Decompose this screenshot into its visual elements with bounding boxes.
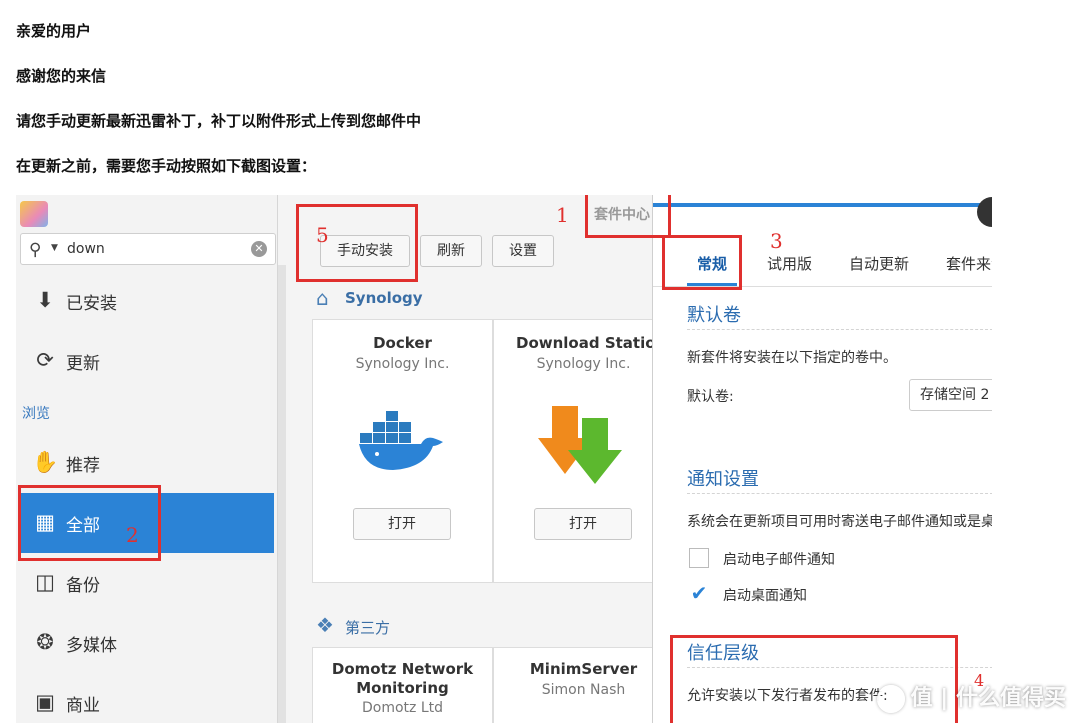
notification-heading: 通知设置 bbox=[687, 469, 759, 490]
package-center-screenshot: ⚲ ▼ down ✕ ⬇ 已安装 ⟳ 更新 浏览 ✋ 推荐 ▦ 全部 ◫ 备份 … bbox=[16, 195, 992, 723]
refresh-icon: ⟳ bbox=[36, 348, 54, 372]
sidebar-item-label: 已安装 bbox=[66, 294, 117, 314]
instruction-text: 请您手动更新最新迅雷补丁，补丁以附件形式上传到您邮件中 bbox=[16, 112, 422, 130]
sidebar-item-installed[interactable]: ⬇ 已安装 bbox=[16, 271, 274, 331]
sidebar-item-recommended[interactable]: ✋ 推荐 bbox=[16, 433, 274, 493]
annotation-number-2: 2 bbox=[126, 523, 139, 547]
annotation-box-3 bbox=[662, 235, 742, 290]
divider bbox=[687, 493, 992, 494]
search-input[interactable]: ⚲ ▼ down ✕ bbox=[20, 233, 276, 265]
open-button[interactable]: 打开 bbox=[534, 508, 632, 540]
settings-button[interactable]: 设置 bbox=[492, 235, 554, 267]
package-card-download-station[interactable]: Download Station Synology Inc. 打开 bbox=[493, 319, 674, 583]
section-synology: Synology bbox=[345, 289, 423, 307]
backup-icon: ◫ bbox=[35, 570, 55, 594]
package-name: Docker bbox=[373, 334, 432, 352]
sidebar: ⚲ ▼ down ✕ ⬇ 已安装 ⟳ 更新 浏览 ✋ 推荐 ▦ 全部 ◫ 备份 … bbox=[16, 195, 278, 723]
default-volume-label: 默认卷: bbox=[687, 389, 734, 405]
annotation-number-5: 5 bbox=[316, 223, 329, 247]
desktop-notification-checkbox[interactable]: ✔ bbox=[689, 583, 709, 604]
annotation-box-1 bbox=[585, 195, 671, 238]
package-publisher: Synology Inc. bbox=[536, 356, 631, 372]
tab-trial[interactable]: 试用版 bbox=[767, 253, 812, 274]
dialog-title-bar bbox=[653, 203, 992, 207]
sidebar-item-label: 推荐 bbox=[66, 456, 100, 476]
search-value[interactable]: down bbox=[67, 241, 105, 257]
package-card-domotz[interactable]: Domotz Network Monitoring Domotz Ltd bbox=[312, 647, 493, 723]
sidebar-section-browse: 浏览 bbox=[22, 406, 50, 422]
package-name: Domotz Network bbox=[331, 660, 474, 678]
divider bbox=[687, 329, 992, 330]
open-button[interactable]: 打开 bbox=[353, 508, 451, 540]
watermark: 值 | 什么值得买 bbox=[876, 680, 1066, 713]
sidebar-item-update[interactable]: ⟳ 更新 bbox=[16, 331, 274, 391]
package-center-app-icon bbox=[20, 201, 48, 227]
email-notification-label: 启动电子邮件通知 bbox=[723, 552, 835, 568]
clear-icon[interactable]: ✕ bbox=[251, 241, 267, 257]
close-icon[interactable] bbox=[977, 197, 992, 227]
default-volume-select[interactable]: 存储空间 2 bbox=[909, 379, 992, 411]
watermark-text: 值 | 什么值得买 bbox=[910, 686, 1066, 711]
annotation-box-2 bbox=[18, 485, 161, 561]
sidebar-item-label: 备份 bbox=[66, 576, 100, 596]
sidebar-item-multimedia[interactable]: ❂ 多媒体 bbox=[16, 613, 274, 673]
chevron-down-icon[interactable]: ▼ bbox=[51, 243, 58, 253]
sidebar-item-business[interactable]: ▣ 商业 bbox=[16, 673, 274, 723]
briefcase-icon: ▣ bbox=[35, 690, 55, 714]
download-arrows-icon bbox=[538, 406, 622, 484]
package-card-docker[interactable]: Docker Synology Inc. 打开 bbox=[312, 319, 493, 583]
annotation-box-5 bbox=[296, 204, 418, 282]
sidebar-item-label: 更新 bbox=[66, 354, 100, 374]
tab-package-sources[interactable]: 套件来源 bbox=[946, 253, 992, 274]
thumbs-up-icon: ✋ bbox=[32, 450, 59, 474]
sidebar-scrollbar[interactable] bbox=[278, 265, 286, 723]
home-icon: ⌂ bbox=[316, 286, 329, 310]
film-reel-icon: ❂ bbox=[36, 630, 54, 654]
package-name: MinimServer bbox=[529, 660, 638, 678]
package-name-line2: Monitoring bbox=[356, 679, 449, 697]
package-publisher: Synology Inc. bbox=[355, 356, 450, 372]
watermark-logo-icon bbox=[876, 685, 905, 713]
default-volume-desc: 新套件将安装在以下指定的卷中。 bbox=[687, 350, 897, 366]
puzzle-icon: ❖ bbox=[316, 613, 334, 637]
notification-desc: 系统会在更新项目可用时寄送电子邮件通知或是桌面通知 bbox=[687, 514, 992, 530]
package-card-minimserver[interactable]: MinimServer Simon Nash bbox=[493, 647, 674, 723]
package-publisher: Simon Nash bbox=[541, 682, 626, 698]
thanks-text: 感谢您的来信 bbox=[16, 67, 107, 85]
greeting-text: 亲爱的用户 bbox=[16, 22, 92, 40]
search-icon[interactable]: ⚲ bbox=[29, 240, 41, 260]
sidebar-item-label: 商业 bbox=[66, 696, 100, 716]
desktop-notification-label: 启动桌面通知 bbox=[723, 588, 807, 604]
annotation-number-1: 1 bbox=[556, 203, 569, 227]
package-publisher: Domotz Ltd bbox=[361, 700, 443, 716]
refresh-button[interactable]: 刷新 bbox=[420, 235, 482, 267]
pre-update-text: 在更新之前，需要您手动按照如下截图设置： bbox=[16, 157, 317, 175]
default-volume-heading: 默认卷 bbox=[687, 305, 741, 326]
package-name: Download Station bbox=[516, 334, 667, 352]
tab-auto-update[interactable]: 自动更新 bbox=[849, 253, 909, 274]
sidebar-item-label: 多媒体 bbox=[66, 636, 117, 656]
docker-whale-icon bbox=[359, 411, 443, 470]
download-icon: ⬇ bbox=[36, 288, 54, 312]
email-notification-checkbox[interactable] bbox=[689, 548, 709, 568]
sidebar-item-backup[interactable]: ◫ 备份 bbox=[16, 553, 274, 613]
annotation-number-3: 3 bbox=[770, 229, 783, 253]
section-third-party: 第三方 bbox=[345, 619, 391, 637]
